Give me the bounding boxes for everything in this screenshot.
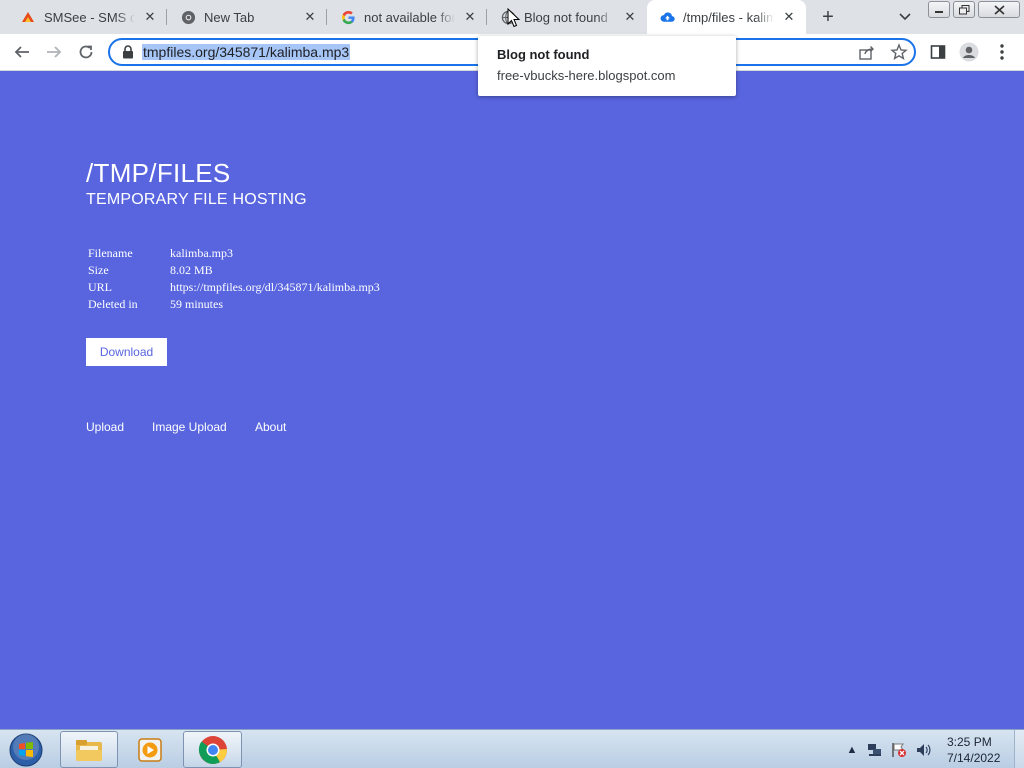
taskbar-chrome[interactable] (183, 731, 242, 768)
table-row: Filename kalimba.mp3 (86, 245, 382, 262)
clock-date[interactable]: 7/14/2022 (947, 751, 1000, 765)
tab-title: not available for rr (364, 9, 455, 25)
filename-value: kalimba.mp3 (170, 246, 233, 260)
page-content: /TMP/FILES TEMPORARY FILE HOSTING Filena… (0, 71, 1024, 729)
tab-close-icon[interactable]: ✕ (461, 8, 479, 26)
site-subtitle: TEMPORARY FILE HOSTING (86, 191, 307, 208)
volume-icon[interactable] (915, 742, 931, 758)
tab-title: /tmp/files - kalimba.mp3 (683, 9, 774, 25)
hover-card-title: Blog not found (497, 47, 590, 62)
tab-new-tab[interactable]: New Tab ✕ (160, 0, 327, 34)
forward-arrow-icon[interactable] (41, 39, 67, 65)
smsee-favicon (20, 9, 36, 25)
show-desktop-button[interactable] (1014, 730, 1024, 768)
reload-icon[interactable] (73, 39, 99, 65)
system-tray: ▲ 3:25 PM 7/14/2022 (842, 730, 1024, 768)
download-button[interactable]: Download (86, 338, 167, 366)
hover-card-domain: free-vbucks-here.blogspot.com (497, 68, 676, 83)
site-title: /TMP/FILES (86, 158, 231, 188)
windows-explorer-icon (76, 739, 102, 761)
chrome-icon (198, 735, 227, 764)
show-hidden-icons-arrow-icon[interactable]: ▲ (844, 742, 860, 758)
tab-google-search[interactable]: not available for rr ✕ (320, 0, 487, 34)
start-button[interactable] (6, 731, 46, 768)
size-label: Size (88, 263, 109, 277)
nav-link-about[interactable]: About (255, 420, 286, 434)
google-favicon (340, 9, 356, 25)
deleted-in-label: Deleted in (88, 297, 138, 311)
size-value: 8.02 MB (170, 263, 213, 277)
tab-hover-card: Blog not found free-vbucks-here.blogspot… (478, 36, 736, 96)
tab-title: New Tab (204, 9, 255, 25)
tab-title: Blog not found (524, 9, 608, 25)
bookmark-star-icon[interactable] (890, 43, 908, 61)
menu-kebab-icon[interactable] (989, 39, 1015, 65)
close-window-button[interactable] (978, 1, 1020, 18)
clock-time[interactable]: 3:25 PM (947, 735, 992, 749)
back-arrow-icon[interactable] (9, 39, 35, 65)
table-row: Deleted in 59 minutes (86, 296, 382, 313)
cloud-upload-favicon (659, 9, 675, 25)
tab-smsee[interactable]: SMSee - SMS on Tw ✕ (0, 0, 167, 34)
share-icon[interactable] (858, 44, 876, 62)
nav-link-image-upload[interactable]: Image Upload (152, 420, 227, 434)
tab-close-icon[interactable]: ✕ (141, 8, 159, 26)
file-info-table: Filename kalimba.mp3 Size 8.02 MB URL ht… (86, 245, 382, 313)
tab-title: SMSee - SMS on Tw (44, 9, 135, 25)
media-player-icon (138, 737, 162, 762)
taskbar-media-player[interactable] (122, 731, 178, 768)
minimize-button[interactable] (928, 1, 950, 18)
restore-button[interactable] (953, 1, 975, 18)
deleted-in-value: 59 minutes (170, 297, 223, 311)
nav-link-upload[interactable]: Upload (86, 420, 124, 434)
lock-icon[interactable] (122, 45, 134, 59)
table-row: Size 8.02 MB (86, 262, 382, 279)
url-label: URL (88, 280, 112, 294)
tab-close-icon[interactable]: ✕ (621, 8, 639, 26)
table-row: URL https://tmpfiles.org/dl/345871/kalim… (86, 279, 382, 296)
taskbar-explorer[interactable] (60, 731, 118, 768)
tab-close-icon[interactable]: ✕ (780, 8, 798, 26)
chrome-favicon (180, 9, 196, 25)
filename-label: Filename (88, 246, 133, 260)
new-tab-plus-icon[interactable]: + (816, 5, 840, 29)
windows-taskbar: ▲ 3:25 PM 7/14/2022 (0, 729, 1024, 768)
tab-blog-not-found[interactable]: Blog not found ✕ (480, 0, 647, 34)
tab-search-chevron-down-icon[interactable] (894, 6, 916, 28)
profile-avatar-icon[interactable] (956, 39, 982, 65)
side-panel-icon[interactable] (925, 39, 951, 65)
mouse-cursor-icon (507, 8, 521, 28)
tab-close-icon[interactable]: ✕ (301, 8, 319, 26)
network-icon[interactable] (867, 742, 883, 758)
url-text[interactable]: tmpfiles.org/345871/kalimba.mp3 (142, 44, 351, 60)
tab-tmpfiles[interactable]: /tmp/files - kalimba.mp3 ✕ (647, 0, 806, 34)
url-value: https://tmpfiles.org/dl/345871/kalimba.m… (170, 280, 380, 294)
action-center-flag-icon[interactable] (891, 742, 907, 758)
